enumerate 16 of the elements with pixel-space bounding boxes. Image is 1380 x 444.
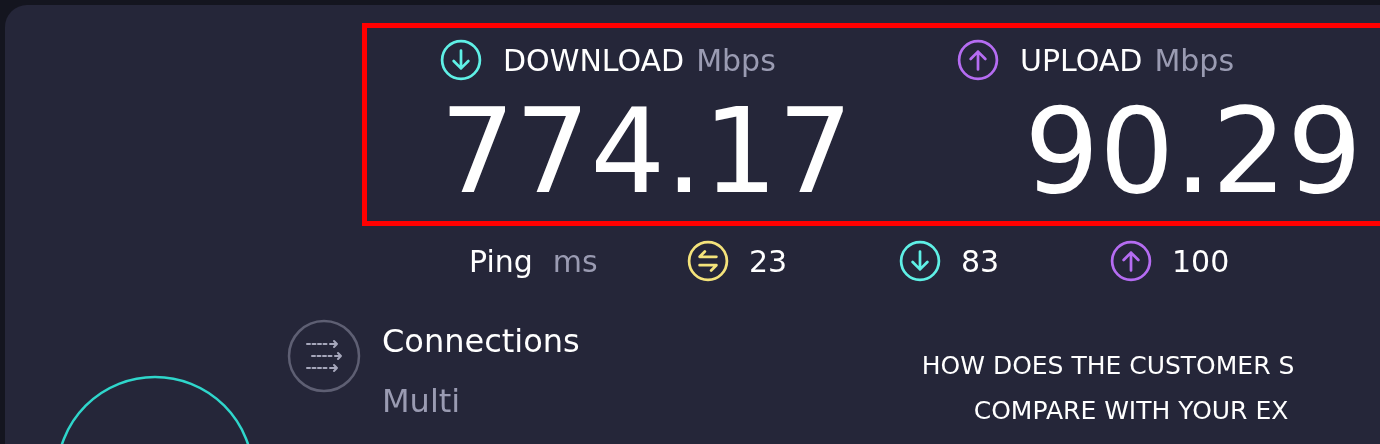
unit-label: Mbps (696, 42, 776, 78)
unit-label: ms (552, 243, 598, 279)
two-way-arrows-icon (687, 240, 729, 282)
ping-value: 83 (961, 243, 1000, 279)
connections-value: Multi (382, 381, 462, 422)
metric-label: DOWNLOAD (503, 42, 685, 78)
ping-label: Ping (469, 243, 533, 279)
survey-question: HOW DOES THE CUSTOMER S COMPARE WITH YOUR EX (921, 350, 1295, 427)
speed-value: 90.29 (1023, 92, 1362, 210)
ping-value: 23 (749, 243, 788, 279)
connections-label: Connections (382, 321, 580, 362)
unit-label: Mbps (1154, 42, 1234, 78)
speed-value: 774.17 (440, 92, 845, 210)
connections-arrows-icon (287, 319, 361, 393)
metric-label: UPLOAD (1020, 42, 1143, 78)
ping-value: 100 (1172, 243, 1230, 279)
